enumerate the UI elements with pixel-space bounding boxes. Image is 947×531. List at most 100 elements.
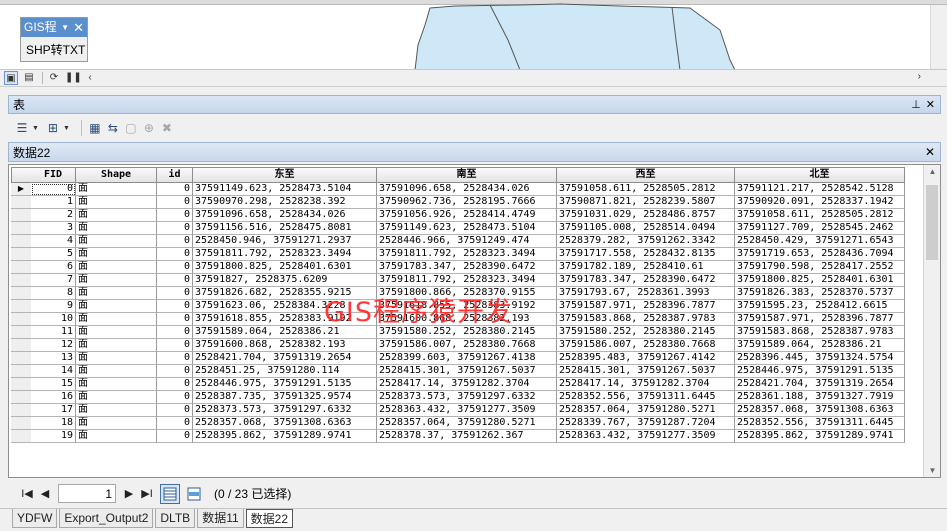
table-cell-shape[interactable]: 面 (76, 222, 157, 235)
table-cell-nanzhi[interactable]: 37591586.007, 2528380.7668 (377, 339, 557, 352)
table-cell-xizhi[interactable]: 2528357.064, 37591280.5271 (557, 404, 735, 417)
row-selector[interactable] (11, 222, 32, 235)
table-cell-id[interactable]: 0 (157, 339, 193, 352)
table-cell-beizhi[interactable]: 37591826.383, 2528370.5737 (735, 287, 905, 300)
table-cell-beizhi[interactable]: 37591058.611, 2528505.2812 (735, 209, 905, 222)
shp-to-txt-button[interactable]: SHP转TXT (21, 37, 87, 58)
table-cell-id[interactable]: 0 (157, 183, 193, 196)
table-cell-fid[interactable]: 6 (31, 261, 76, 274)
table-cell-xizhi[interactable]: 37591793.67, 2528361.3993 (557, 287, 735, 300)
table-cell-beizhi[interactable]: 37591127.709, 2528545.2462 (735, 222, 905, 235)
table-cell-shape[interactable]: 面 (76, 391, 157, 404)
table-cell-id[interactable]: 0 (157, 235, 193, 248)
table-options-icon[interactable]: ☰ (14, 120, 30, 136)
table-cell-fid[interactable]: 17 (31, 404, 76, 417)
column-header-id[interactable]: id (157, 167, 193, 183)
table-cell-dongzhi[interactable]: 2528373.573, 37591297.6332 (193, 404, 377, 417)
table-cell-nanzhi[interactable]: 2528378.37, 37591262.367 (377, 430, 557, 443)
column-header-dongzhi[interactable]: 东至 (193, 167, 377, 183)
table-cell-nanzhi[interactable]: 2528357.064, 37591280.5271 (377, 417, 557, 430)
table-cell-shape[interactable]: 面 (76, 417, 157, 430)
table-cell-xizhi[interactable]: 37591580.252, 2528380.2145 (557, 326, 735, 339)
table-cell-beizhi[interactable]: 37591719.653, 2528436.7094 (735, 248, 905, 261)
tab-export-output2[interactable]: Export_Output2 (59, 509, 154, 528)
table-cell-dongzhi[interactable]: 37591826.682, 2528355.9215 (193, 287, 377, 300)
previous-record-button[interactable]: ◀ (36, 487, 54, 500)
column-header-beizhi[interactable]: 北至 (735, 167, 905, 183)
table-cell-shape[interactable]: 面 (76, 209, 157, 222)
table-cell-id[interactable]: 0 (157, 365, 193, 378)
last-record-button[interactable]: ▶I (138, 487, 156, 500)
table-cell-beizhi[interactable]: 37591589.064, 2528386.21 (735, 339, 905, 352)
row-selector[interactable] (11, 430, 32, 443)
table-cell-dongzhi[interactable]: 2528387.735, 37591325.9574 (193, 391, 377, 404)
table-cell-beizhi[interactable]: 37591595.23, 2528412.6615 (735, 300, 905, 313)
table-cell-shape[interactable]: 面 (76, 339, 157, 352)
table-cell-xizhi[interactable]: 37591105.008, 2528514.0494 (557, 222, 735, 235)
table-cell-fid[interactable]: 2 (31, 209, 76, 222)
table-cell-xizhi[interactable]: 37591583.868, 2528387.9783 (557, 313, 735, 326)
first-record-button[interactable]: I◀ (18, 487, 36, 500)
close-icon[interactable]: ✕ (73, 18, 84, 37)
row-selector[interactable] (11, 300, 32, 313)
row-selector[interactable] (11, 248, 32, 261)
data-view-icon[interactable]: ▣ (4, 71, 18, 85)
table-cell-beizhi[interactable]: 37591587.971, 2528396.7877 (735, 313, 905, 326)
row-selector[interactable]: ▶ (11, 183, 32, 196)
table-cell-fid[interactable]: 4 (31, 235, 76, 248)
table-cell-beizhi[interactable]: 37590920.091, 2528337.1942 (735, 196, 905, 209)
table-cell-xizhi[interactable]: 37591782.189, 2528410.61 (557, 261, 735, 274)
next-record-button[interactable]: ▶ (120, 487, 138, 500)
table-cell-shape[interactable]: 面 (76, 235, 157, 248)
table-cell-xizhi[interactable]: 2528339.767, 37591287.7204 (557, 417, 735, 430)
table-cell-id[interactable]: 0 (157, 287, 193, 300)
table-cell-dongzhi[interactable]: 37590970.298, 2528238.392 (193, 196, 377, 209)
scroll-up-icon[interactable]: ▲ (924, 167, 940, 176)
table-cell-beizhi[interactable]: 2528396.445, 37591324.5754 (735, 352, 905, 365)
table-cell-nanzhi[interactable]: 2528399.603, 37591267.4138 (377, 352, 557, 365)
row-selector[interactable] (11, 339, 32, 352)
table-cell-beizhi[interactable]: 37591583.868, 2528387.9783 (735, 326, 905, 339)
attribute-table-grid[interactable]: FID Shape id 东至 南至 西至 北至 ▶ 0 面 0 37591149.623, 2528… (8, 164, 941, 478)
table-cell-dongzhi[interactable]: 2528395.862, 37591289.9741 (193, 430, 377, 443)
table-cell-xizhi[interactable]: 37590871.821, 2528239.5807 (557, 196, 735, 209)
table-cell-shape[interactable]: 面 (76, 313, 157, 326)
row-selector[interactable] (11, 235, 32, 248)
table-cell-dongzhi[interactable]: 37591827, 2528375.6209 (193, 274, 377, 287)
table-cell-nanzhi[interactable]: 37590962.736, 2528195.7666 (377, 196, 557, 209)
show-all-records-button[interactable] (160, 483, 180, 504)
pin-icon[interactable]: ⊥ (911, 98, 921, 111)
table-cell-nanzhi[interactable]: 2528417.14, 37591282.3704 (377, 378, 557, 391)
close-icon[interactable]: ✕ (925, 145, 935, 159)
gis-floating-toolbar[interactable]: GIS程 ▼ ✕ SHP转TXT (20, 17, 88, 62)
table-cell-nanzhi[interactable]: 2528363.432, 37591277.3509 (377, 404, 557, 417)
table-cell-beizhi[interactable]: 37591800.825, 2528401.6301 (735, 274, 905, 287)
table-cell-nanzhi[interactable]: 37591783.347, 2528390.6472 (377, 261, 557, 274)
column-header-fid[interactable]: FID (31, 167, 76, 183)
tab-ydfw[interactable]: YDFW (12, 509, 58, 528)
table-cell-xizhi[interactable]: 37591031.029, 2528486.8757 (557, 209, 735, 222)
table-cell-id[interactable]: 0 (157, 300, 193, 313)
table-cell-nanzhi[interactable]: 2528373.573, 37591297.6332 (377, 391, 557, 404)
table-cell-dongzhi[interactable]: 37591623.06, 2528384.3228 (193, 300, 377, 313)
table-cell-id[interactable]: 0 (157, 261, 193, 274)
table-cell-id[interactable]: 0 (157, 274, 193, 287)
table-cell-nanzhi[interactable]: 37591811.792, 2528323.3494 (377, 248, 557, 261)
table-cell-shape[interactable]: 面 (76, 261, 157, 274)
table-cell-id[interactable]: 0 (157, 417, 193, 430)
table-cell-dongzhi[interactable]: 2528357.068, 37591308.6363 (193, 417, 377, 430)
table-cell-nanzhi[interactable]: 37591618.855, 2528383.9192 (377, 300, 557, 313)
table-cell-dongzhi[interactable]: 37591800.825, 2528401.6301 (193, 261, 377, 274)
chevron-down-icon[interactable]: ▼ (63, 125, 70, 132)
table-cell-fid[interactable]: 14 (31, 365, 76, 378)
table-cell-xizhi[interactable]: 2528379.282, 37591262.3342 (557, 235, 735, 248)
table-cell-xizhi[interactable]: 37591058.611, 2528505.2812 (557, 183, 735, 196)
table-cell-xizhi[interactable]: 2528395.483, 37591267.4142 (557, 352, 735, 365)
table-cell-fid[interactable]: 15 (31, 378, 76, 391)
table-cell-fid[interactable]: 12 (31, 339, 76, 352)
table-cell-shape[interactable]: 面 (76, 352, 157, 365)
table-cell-id[interactable]: 0 (157, 378, 193, 391)
row-selector[interactable] (11, 196, 32, 209)
scroll-thumb[interactable] (926, 185, 938, 260)
table-cell-beizhi[interactable]: 37591121.217, 2528542.5128 (735, 183, 905, 196)
